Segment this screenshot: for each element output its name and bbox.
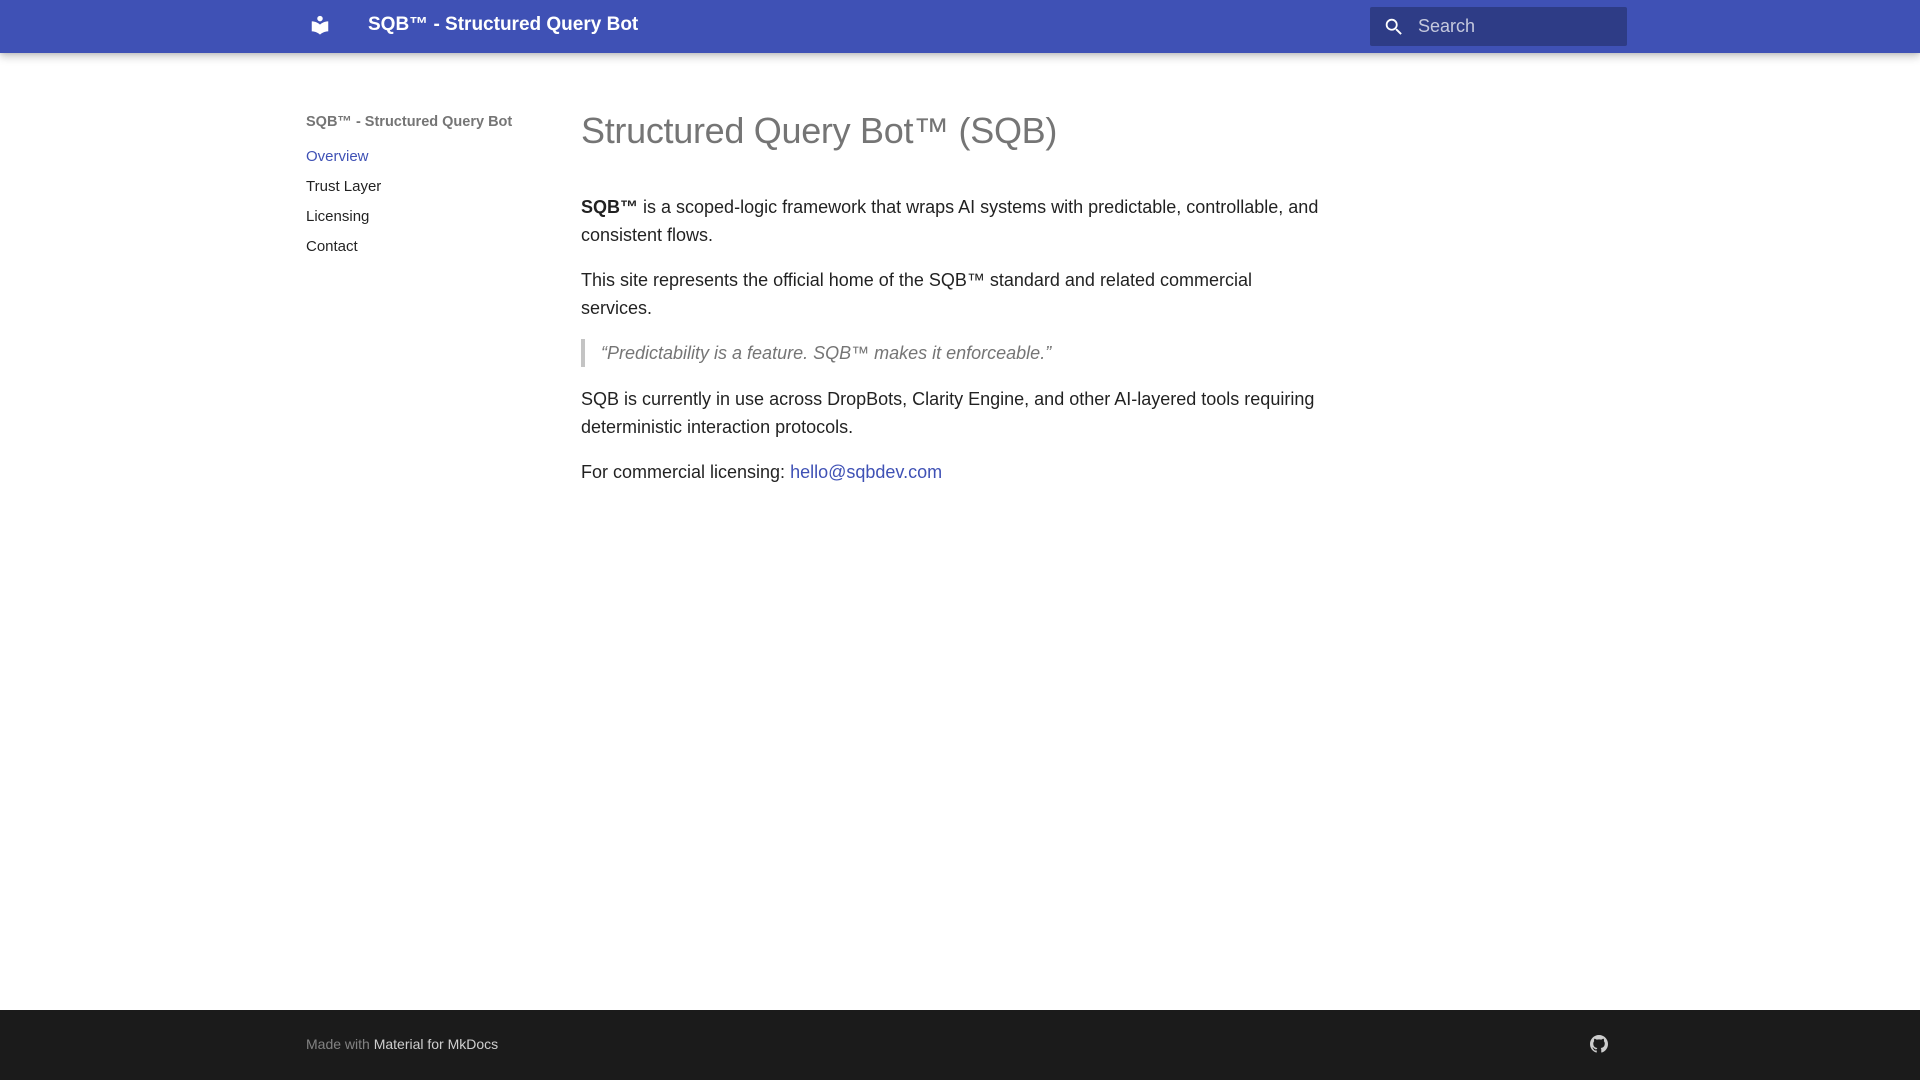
site-logo[interactable] <box>306 13 334 41</box>
licensing-label: For commercial licensing: <box>581 462 791 482</box>
github-link[interactable] <box>1590 1035 1610 1055</box>
sidebar-item-contact[interactable]: Contact <box>306 232 546 262</box>
predictability-quote: “Predictability is a feature. SQB™ makes… <box>581 339 1281 367</box>
nav-list: Overview Trust Layer Licensing Contact <box>306 142 546 262</box>
search-box[interactable] <box>1370 7 1627 46</box>
nav-title: SQB™ - Structured Query Bot <box>306 114 513 130</box>
intro-text: is a scoped-logic framework that wraps A… <box>581 197 1319 245</box>
footer-made-with: Made with <box>306 1036 374 1052</box>
search-icon <box>1382 15 1406 39</box>
sqb-bold-term: SQB™ <box>581 197 639 217</box>
sidebar-item-licensing[interactable]: Licensing <box>306 202 546 232</box>
intro-paragraph: SQB™ is a scoped-logic framework that wr… <box>581 193 1321 249</box>
page-footer: Made with Material for MkDocs <box>0 1010 1920 1080</box>
contact-email-link[interactable]: hello@sqbdev.com <box>790 462 942 482</box>
book-reader-icon <box>309 14 331 41</box>
top-header: SQB™ - Structured Query Bot <box>0 0 1920 53</box>
main-content: Structured Query Bot™ (SQB) SQB™ is a sc… <box>581 105 1321 486</box>
footer-credit: Made with Material for MkDocs <box>306 1036 498 1052</box>
sidebar-item-overview[interactable]: Overview <box>306 142 546 172</box>
material-mkdocs-link[interactable]: Material for MkDocs <box>374 1036 498 1052</box>
sidebar-item-trust-layer[interactable]: Trust Layer <box>306 172 546 202</box>
official-home-paragraph: This site represents the official home o… <box>581 270 1252 318</box>
github-icon <box>1590 1035 1608 1057</box>
site-title: SQB™ - Structured Query Bot <box>368 14 639 35</box>
search-input[interactable] <box>1416 11 1616 42</box>
page-title: Structured Query Bot™ (SQB) <box>581 110 1058 151</box>
usage-paragraph: SQB is currently in use across DropBots,… <box>581 389 1315 437</box>
sidebar-nav: SQB™ - Structured Query Bot Overview Tru… <box>306 112 546 262</box>
licensing-paragraph: For commercial licensing: hello@sqbdev.c… <box>581 458 1321 486</box>
